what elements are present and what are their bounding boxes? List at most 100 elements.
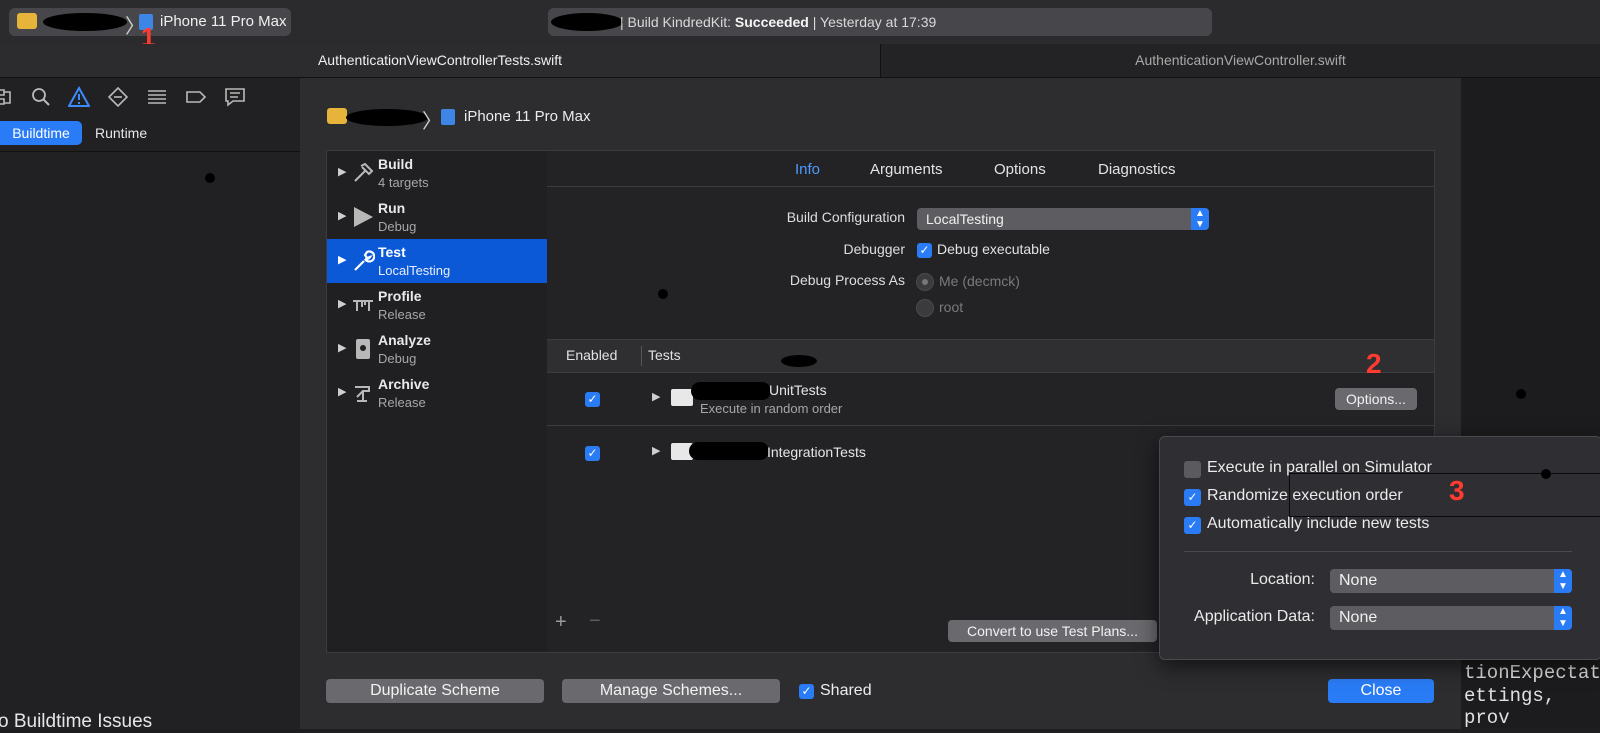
chevron-right-icon: 〉 (422, 111, 442, 133)
scheme-action-analyze[interactable]: ▶ Analyze Debug (327, 327, 547, 371)
sheet-device-name[interactable]: iPhone 11 Pro Max (464, 108, 590, 125)
action-title: Run (378, 200, 406, 216)
test-bundle-icon (671, 389, 693, 406)
radio-root[interactable] (916, 299, 934, 317)
parallel-checkbox[interactable] (1184, 461, 1201, 478)
manage-schemes-button[interactable]: Manage Schemes... (562, 679, 780, 703)
device-name: iPhone 11 Pro Max (160, 13, 287, 30)
tab-controller-file[interactable]: AuthenticationViewController.swift (881, 44, 1600, 77)
redacted-mark (781, 355, 817, 367)
disclosure-triangle-icon[interactable]: ▶ (338, 253, 346, 266)
warning-icon[interactable] (67, 85, 91, 108)
debug-executable-checkbox[interactable]: ✓ (917, 243, 932, 258)
disclosure-triangle-icon[interactable]: ▶ (652, 390, 660, 403)
action-title: Build (378, 156, 413, 172)
redacted-scheme-name (346, 109, 428, 126)
close-button[interactable]: Close (1328, 679, 1434, 703)
tab-diagnostics[interactable]: Diagnostics (1098, 161, 1176, 178)
tests-table-header: Enabled Tests (547, 339, 1434, 373)
archive-icon (351, 381, 375, 405)
radio-me-label: Me (decmck) (939, 273, 1020, 289)
location-select[interactable]: None ▲ ▼ (1330, 569, 1572, 593)
breakpoint-icon[interactable] (185, 86, 207, 108)
application-data-value: None (1339, 609, 1378, 626)
disclosure-triangle-icon[interactable]: ▶ (338, 209, 346, 222)
tab-tests-file[interactable]: AuthenticationViewControllerTests.swift (0, 44, 881, 77)
options-button[interactable]: Options... (1335, 388, 1417, 410)
action-subtitle: Debug (378, 351, 417, 366)
table-row[interactable]: ✓ ▶ UnitTests Execute in random order Op… (547, 372, 1434, 426)
activity-status: Succeeded (734, 14, 809, 30)
play-icon (351, 205, 375, 229)
analyze-icon (351, 337, 375, 361)
debug-process-label: Debug Process As (789, 272, 905, 288)
tab-info[interactable]: Info (795, 161, 820, 178)
editor-tab-bar: AuthenticationViewControllerTests.swift … (0, 44, 1600, 78)
application-data-select[interactable]: None ▲ ▼ (1330, 606, 1572, 630)
auto-include-label: Automatically include new tests (1207, 515, 1430, 532)
segment-runtime[interactable]: Runtime (95, 121, 147, 145)
wrench-icon (351, 249, 376, 273)
hierarchy-icon[interactable] (0, 86, 16, 108)
action-title: Profile (378, 288, 422, 304)
disclosure-triangle-icon[interactable]: ▶ (652, 444, 660, 457)
add-icon[interactable]: + (555, 611, 567, 634)
action-subtitle: Debug (378, 219, 417, 234)
debugger-label: Debugger (843, 241, 906, 257)
action-subtitle: Release (378, 395, 426, 410)
navigator-panel (0, 78, 301, 729)
disclosure-triangle-icon[interactable]: ▶ (338, 385, 346, 398)
tab-divider (547, 186, 1434, 187)
report-icon[interactable] (224, 86, 246, 108)
action-title: Analyze (378, 332, 431, 348)
integration-tests-enabled-checkbox[interactable]: ✓ (585, 446, 600, 461)
unit-tests-enabled-checkbox[interactable]: ✓ (585, 392, 600, 407)
header-enabled[interactable]: Enabled (566, 347, 617, 363)
integration-tests-name: IntegrationTests (767, 444, 866, 460)
code-line: tionExpectati (1464, 662, 1600, 684)
disclosure-triangle-icon[interactable]: ▶ (338, 165, 346, 178)
segment-buildtime[interactable]: Buildtime (0, 121, 82, 145)
auto-include-checkbox[interactable]: ✓ (1184, 517, 1201, 534)
radio-me[interactable] (916, 273, 934, 291)
test-diamond-icon[interactable] (107, 86, 129, 108)
scheme-action-profile[interactable]: ▶ Profile Release (327, 283, 547, 327)
scheme-action-run[interactable]: ▶ Run Debug (327, 195, 547, 239)
redacted-project-name (551, 13, 623, 31)
debug-list-icon[interactable] (146, 86, 168, 108)
activity-view: | Build KindredKit: Succeeded | Yesterda… (548, 8, 1212, 36)
cursor-dot (1541, 469, 1551, 479)
scheme-action-test[interactable]: ▶ Test LocalTesting (327, 239, 547, 283)
build-configuration-value: LocalTesting (926, 211, 1004, 227)
tab-options[interactable]: Options (994, 161, 1046, 178)
location-label: Location: (1250, 571, 1315, 588)
randomize-checkbox[interactable]: ✓ (1184, 489, 1201, 506)
disclosure-triangle-icon[interactable]: ▶ (338, 341, 346, 354)
redacted-scheme-name (43, 13, 127, 31)
cursor-dot (1516, 389, 1526, 399)
radio-root-label: root (939, 299, 964, 315)
tab-arguments[interactable]: Arguments (870, 161, 943, 178)
scheme-action-archive[interactable]: ▶ Archive Release (327, 371, 547, 415)
annotation-3: 3 (1449, 475, 1465, 506)
header-tests[interactable]: Tests (648, 347, 681, 363)
application-data-label: Application Data: (1194, 608, 1315, 625)
test-options-popover: Execute in parallel on Simulator ✓ Rando… (1159, 436, 1600, 660)
toolbar: 〉 iPhone 11 Pro Max | Build KindredKit: … (0, 0, 1600, 52)
build-configuration-label: Build Configuration (786, 209, 905, 225)
hammer-icon (351, 161, 375, 185)
disclosure-triangle-icon[interactable]: ▶ (338, 297, 346, 310)
action-subtitle: Release (378, 307, 426, 322)
code-line: ettings, prov (1464, 685, 1556, 729)
unit-tests-name: UnitTests (769, 382, 827, 398)
duplicate-scheme-button[interactable]: Duplicate Scheme (326, 679, 544, 703)
build-configuration-select[interactable]: LocalTesting ▲ ▼ (917, 208, 1209, 230)
remove-icon[interactable]: − (589, 610, 601, 633)
scheme-action-build[interactable]: ▶ Build 4 targets (327, 151, 547, 195)
chevron-updown-icon: ▲ ▼ (1191, 208, 1209, 230)
shared-checkbox[interactable]: ✓ (799, 684, 814, 699)
debug-executable-label: Debug executable (937, 241, 1050, 257)
search-icon[interactable] (30, 86, 52, 108)
popover-divider (1184, 551, 1572, 552)
convert-test-plans-button[interactable]: Convert to use Test Plans... (948, 620, 1157, 642)
